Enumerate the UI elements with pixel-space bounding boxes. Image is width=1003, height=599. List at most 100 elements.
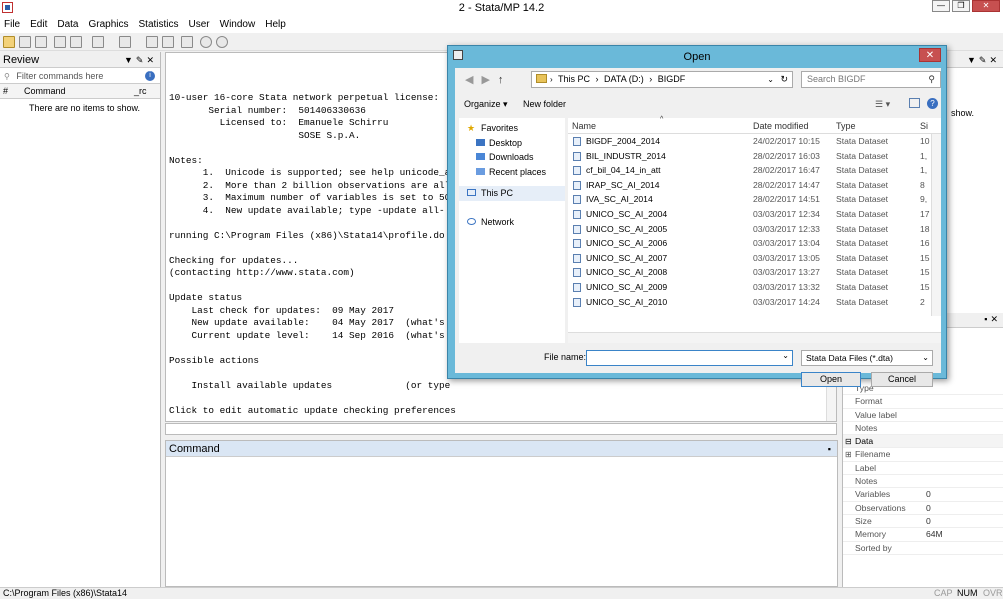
open-button[interactable]: Open [801,372,861,387]
variables-pin-icons[interactable]: ▼✎✕ [967,52,1000,68]
prop-row: Format [843,395,1003,409]
log-icon[interactable] [54,36,66,48]
file-row[interactable]: UNICO_SC_AI_2007 03/03/2017 13:05 Stata Da… [568,251,941,266]
col-rc[interactable]: _rc [134,84,147,99]
break-icon[interactable] [216,36,228,48]
properties-pin-icons[interactable]: ▪✕ [984,314,1001,325]
col-date-modified[interactable]: Date modified [753,118,809,134]
file-name: UNICO_SC_AI_2005 [586,223,668,234]
file-date: 03/03/2017 13:32 [753,281,820,292]
view-options-icon[interactable]: ☰ ▾ [875,99,890,110]
file-row[interactable]: UNICO_SC_AI_2005 03/03/2017 12:33 Stata Da… [568,222,941,237]
menu-file[interactable]: File [4,19,20,30]
file-row[interactable]: UNICO_SC_AI_2008 03/03/2017 13:27 Stata Da… [568,265,941,280]
nav-network[interactable]: Network [459,215,565,230]
menu-statistics[interactable]: Statistics [139,19,179,30]
stata-dataset-icon [573,209,581,219]
col-hash[interactable]: # [3,84,8,99]
stata-dataset-icon [573,253,581,263]
file-name: UNICO_SC_AI_2006 [586,238,668,249]
file-name-dropdown-icon[interactable]: ⌄ [782,351,789,360]
save-icon[interactable] [19,36,31,48]
maximize-button[interactable]: ❐ [952,0,970,12]
menu-help[interactable]: Help [265,19,286,30]
command-pin-icon[interactable]: ▪ [828,441,834,457]
menu-window[interactable]: Window [220,19,256,30]
file-type-dropdown-icon[interactable]: ⌄ [922,351,929,365]
panel-pin-icons[interactable]: ▼✎✕ [124,52,157,68]
breadcrumb-bigdf[interactable]: BIGDF [658,74,686,84]
review-panel: Review ▼✎✕ ⚲ Filter commands here i # Co… [0,52,161,587]
file-row[interactable]: UNICO_SC_AI_2009 03/03/2017 13:32 Stata Da… [568,280,941,295]
review-title: Review [3,54,40,66]
status-bar: C:\Program Files (x86)\Stata14 CAP NUM O… [0,587,1003,599]
new-folder-button[interactable]: New folder [523,99,566,109]
search-input[interactable]: Search BIGDF ⚲ [801,71,941,88]
navigation-pane: ★ Favorites Desktop Downloads Recent plac… [459,118,565,343]
file-type-select[interactable]: Stata Data Files (*.dta) ⌄ [801,350,933,366]
file-row[interactable]: UNICO_SC_AI_2010 03/03/2017 14:24 Stata Da… [568,295,941,310]
file-name-input[interactable]: ⌄ [586,350,793,366]
close-button[interactable]: ✕ [972,0,1000,12]
file-row[interactable]: BIGDF_2004_2014 24/02/2017 10:15 Stata Dat… [568,134,941,149]
stata-dataset-icon [573,224,581,234]
nav-downloads[interactable]: Downloads [459,150,565,165]
nav-favorites[interactable]: ★ Favorites [459,121,565,136]
minimize-button[interactable]: — [932,0,950,12]
file-row[interactable]: cf_bil_04_14_in_att 28/02/2017 16:47 Stata… [568,163,941,178]
breadcrumb-data-d[interactable]: DATA (D:) [604,74,644,84]
file-list-hscroll[interactable] [568,332,941,343]
filter-icon: ⚲ [4,72,10,81]
data-editor-browse-icon[interactable] [162,36,174,48]
prop-row: Variables 0 [843,488,1003,502]
results-hscroll[interactable] [165,423,837,435]
graph-icon[interactable] [92,36,104,48]
col-size[interactable]: Si [920,118,928,134]
nav-desktop[interactable]: Desktop [459,136,565,151]
refresh-icon[interactable]: ↻ [780,72,788,87]
preview-pane-icon[interactable] [909,98,920,108]
file-type: Stata Dataset [836,136,889,146]
menu-user[interactable]: User [189,19,210,30]
menu-edit[interactable]: Edit [30,19,47,30]
up-arrow-icon[interactable]: ↑ [498,74,512,86]
col-command[interactable]: Command [24,84,66,99]
file-row[interactable]: IRAP_SC_AI_2014 28/02/2017 14:47 Stata Dat… [568,178,941,193]
col-type[interactable]: Type [836,118,856,134]
data-section-header[interactable]: ⊟ Data [843,435,1003,449]
print-icon[interactable] [35,36,47,48]
col-name[interactable]: Name [572,118,596,134]
clear-more-icon[interactable] [200,36,212,48]
help-icon[interactable]: ? [927,98,938,109]
cancel-button[interactable]: Cancel [871,372,933,387]
breadcrumb-chevron[interactable]: › [550,72,553,87]
file-type: Stata Dataset [836,238,889,249]
organize-button[interactable]: Organize ▾ [464,99,508,110]
review-filter-input[interactable]: Filter commands here [16,71,103,81]
viewer-icon[interactable] [70,36,82,48]
file-size: 1, [920,150,928,161]
stata-dataset-icon [573,239,581,249]
info-icon[interactable]: i [145,71,155,81]
breadcrumb-this-pc[interactable]: This PC [558,74,590,84]
nav-buttons[interactable]: ◀▶↑ [465,73,511,86]
address-bar[interactable]: › This PC › DATA (D:) › BIGDF ⌄ ↻ [531,71,793,88]
nav-this-pc[interactable]: This PC [459,186,565,201]
menu-data[interactable]: Data [57,19,78,30]
review-filter[interactable]: ⚲ Filter commands here i [0,68,160,84]
nav-recent-places[interactable]: Recent places [459,165,565,180]
file-row[interactable]: IVA_SC_AI_2014 28/02/2017 14:51 Stata Data… [568,192,941,207]
file-row[interactable]: BIL_INDUSTR_2014 28/02/2017 16:03 Stata Da… [568,149,941,164]
data-editor-edit-icon[interactable] [146,36,158,48]
recent-places-icon [476,167,485,175]
dialog-close-button[interactable]: ✕ [919,48,941,62]
variables-manager-icon[interactable] [181,36,193,48]
command-panel[interactable]: Command ▪ [165,440,838,587]
address-dropdown-icon[interactable]: ⌄ [767,72,774,87]
do-file-editor-icon[interactable] [119,36,131,48]
menu-graphics[interactable]: Graphics [88,19,128,30]
window-title: 2 - Stata/MP 14.2 [458,2,545,14]
file-row[interactable]: UNICO_SC_AI_2004 03/03/2017 12:34 Stata Da… [568,207,941,222]
open-icon[interactable] [3,36,15,48]
file-row[interactable]: UNICO_SC_AI_2006 03/03/2017 13:04 Stata Da… [568,236,941,251]
